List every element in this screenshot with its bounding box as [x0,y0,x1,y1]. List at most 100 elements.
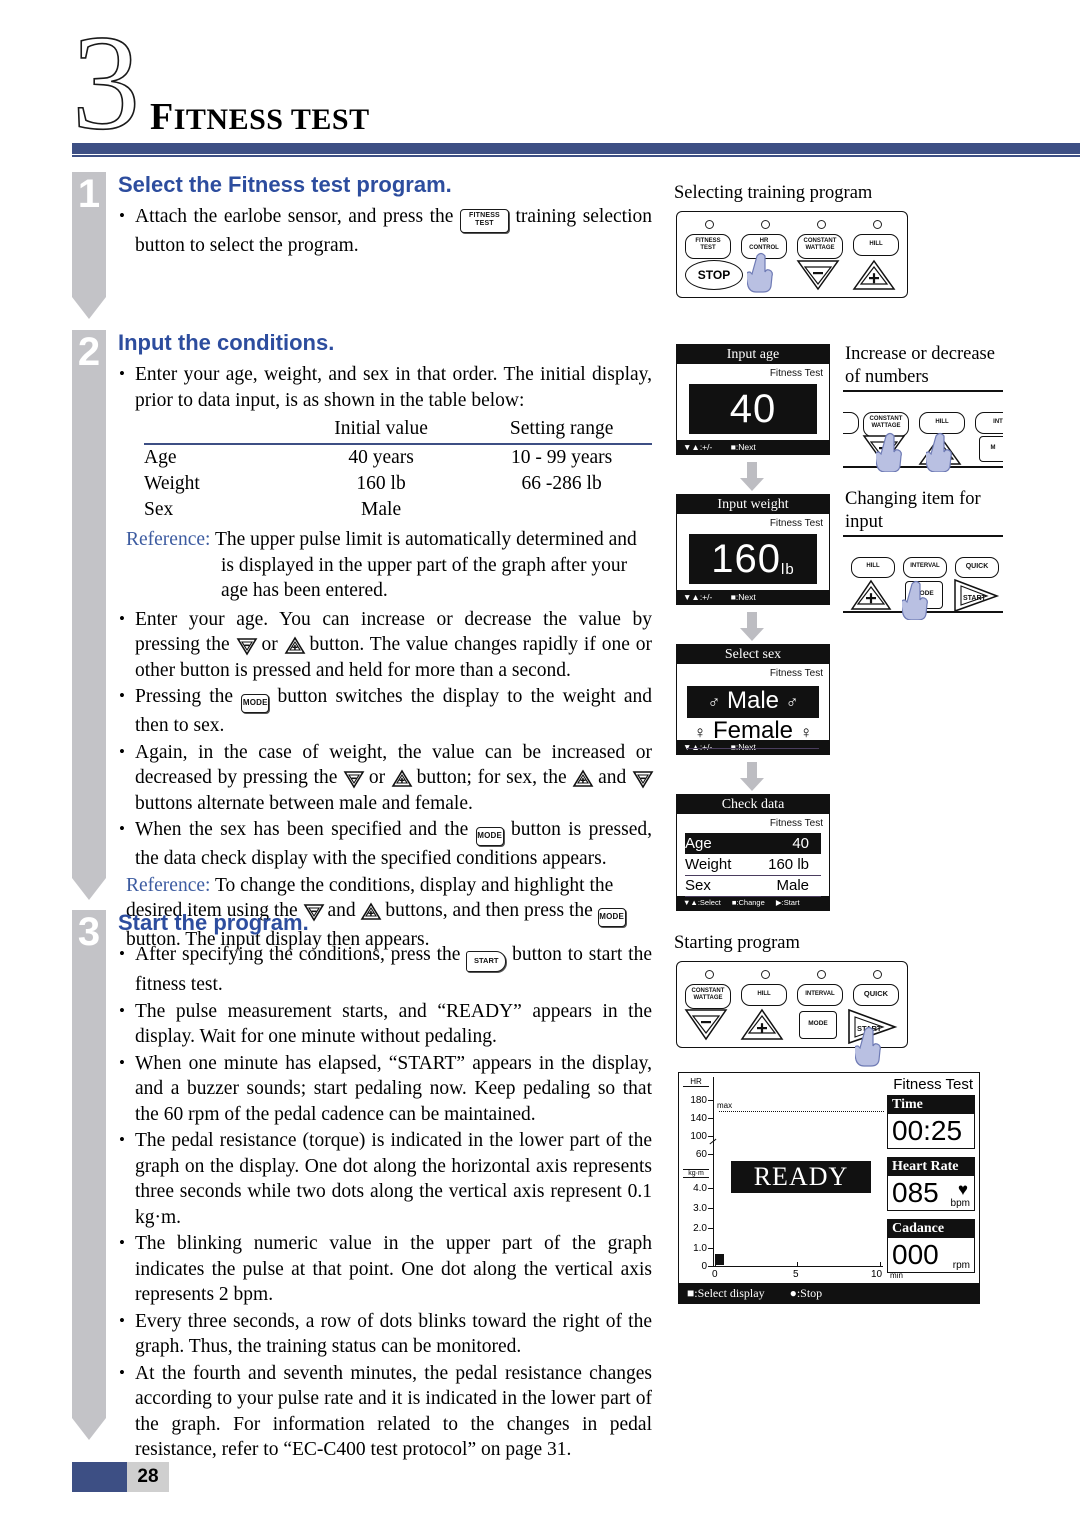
partial-button[interactable]: L [843,412,859,434]
hill-button[interactable]: HILL [741,984,787,1006]
interval-button[interactable]: INTERVAL [903,557,947,578]
up-triangle-key-icon [391,769,413,787]
interval-button[interactable]: INT [975,412,1003,434]
pointing-hand-icon [902,580,928,620]
cell-range [471,497,652,523]
hill-button[interactable]: HILL [853,234,899,256]
stop-button[interactable]: STOP [685,260,743,290]
readout-value-wrap: 000 rpm [888,1238,974,1272]
reference-label: Reference: [126,529,211,550]
chapter-number: 3 [72,24,154,142]
cell-initial: Male [361,499,402,520]
col-setting-range: Setting range [509,418,614,439]
lcd-input-weight: Input weight Fitness Test 160lb ▼▲:+/- ■… [676,494,830,605]
list-item: Enter your age, weight, and sex in that … [118,361,652,413]
step-3-badge: 3 [72,910,106,1440]
torque-tick: 2.0 [693,1223,707,1234]
person-icon: ♀ [693,723,707,742]
fitness-test-button[interactable]: FITNESS TEST [685,234,731,259]
reference-1: Reference: The upper pulse limit is auto… [118,527,652,604]
max-hr-label: max [717,1101,733,1110]
up-triangle-key-icon [572,769,594,787]
control-panel-start-program[interactable]: CONSTANT WATTAGE HILL INTERVAL QUICK MODE… [676,961,908,1067]
step-3: 3 Start the program. After specifying th… [72,910,652,1463]
lcd-footer-left: ▼▲:+/- [683,442,713,452]
bullet-text: Pressing the [135,686,234,707]
quick-button[interactable]: QUICK [955,557,999,578]
plus-triangle-button[interactable] [849,579,893,611]
lcd-footer-start: ▶:Start [775,898,800,907]
mode-button[interactable]: MODE [799,1011,837,1039]
readout-unit: bpm [950,1198,970,1209]
readout-value-wrap: 00:25 [888,1114,974,1148]
start-button[interactable]: START [951,577,1001,613]
check-row-sex[interactable]: Sex Male [685,875,821,897]
table-header-row: Initial value Setting range [144,417,652,443]
control-panel-select-program[interactable]: FITNESS TEST HR CONTROL CONSTANT WATTAGE HI… [676,211,908,298]
person-icon: ♂ [785,693,799,712]
row-key: Sex [685,877,711,894]
step-1: 1 Select the Fitness test program. Attac… [72,172,652,322]
table-row: Age 40 years 10 - 99 years [144,444,652,471]
mode-button[interactable]: M [979,436,1003,462]
list-item: When one minute has elapsed, “START” app… [118,1050,652,1128]
down-triangle-key-icon [236,636,258,656]
bullet-text: and [598,767,627,788]
bullet-text: After specifying the conditions, press t… [135,944,461,965]
plus-triangle-button[interactable] [851,258,897,292]
col-blank [144,417,291,443]
instructions-column: 1 Select the Fitness test program. Attac… [72,172,654,1464]
lcd-footer-change: ■:Change [731,898,765,907]
step-3-bullets: After specifying the conditions, press t… [118,941,652,1463]
hr-axis-label: HR [683,1077,709,1087]
row-key: Weight [685,856,732,873]
check-row-age[interactable]: Age 40 [685,833,821,854]
reference-label: Reference: [126,874,211,896]
minus-triangle-button[interactable] [795,258,841,292]
bullet-text-a: Attach the earlobe sensor, and press the [135,206,454,227]
step-3-heading: Start the program. [118,910,309,935]
lcd-title: Select sex [677,645,829,664]
step-2: 2 Input the conditions. Enter your age, … [72,330,654,950]
lcd-value: 160lb [689,534,817,584]
sex-option-female[interactable]: ♀ Female ♀ [687,716,819,749]
torque-tick: 3.0 [693,1203,707,1214]
readout-value: 000 [892,1239,939,1270]
footer-accent-bar [72,1462,127,1492]
pointing-hand-icon [747,252,773,293]
svg-text:START: START [963,595,987,602]
flow-arrow-3 [676,762,828,792]
constant-wattage-button[interactable]: CONSTANT WATTAGE [685,984,731,1009]
flow-arrow-1 [676,462,828,492]
hill-button[interactable]: HILL [851,557,895,578]
sex-option-male[interactable]: ♂ Male ♂ [687,686,819,718]
readout-value: 085 [892,1177,939,1208]
lcd-footer-right: ■:Next [730,442,756,452]
plus-triangle-button[interactable] [739,1008,785,1041]
lcd-unit: lb [781,561,795,578]
step-1-bullets: Attach the earlobe sensor, and press the… [118,203,652,259]
check-row-weight[interactable]: Weight 160 lb [685,854,821,876]
led-indicator [873,970,882,979]
cell-label: Weight [144,473,200,494]
cell-label: Sex [144,499,174,520]
start-key-icon: START [466,951,507,972]
quick-button[interactable]: QUICK [853,984,899,1006]
mode-key-icon: MODE [241,694,270,713]
constant-wattage-button[interactable]: CONSTANT WATTAGE [797,234,843,259]
step-2-bullets-2: Enter your age. You can increase or decr… [118,606,654,872]
list-item: Enter your age. You can increase or decr… [118,606,652,684]
lcd-title: Check data [677,795,829,814]
step-2-bullets: Enter your age, weight, and sex in that … [118,361,652,413]
illustration-3-caption: Changing item for input [845,488,1015,534]
torque-data-point [715,1254,724,1265]
readout-heart-rate: Heart Rate 085 ♥ bpm [887,1157,975,1211]
interval-button[interactable]: INTERVAL [797,984,843,1006]
bullet-text: buttons alternate between male and femal… [135,792,473,814]
pointing-hand-icon [855,1026,881,1067]
minus-triangle-button[interactable] [683,1008,729,1041]
sex-option-label: Male [726,687,780,714]
control-panel-increase-decrease[interactable]: L CONSTANTWATTAGE HILL INT M [843,390,1003,468]
sex-option-label: Female [712,717,794,744]
step-2-badge: 2 [72,330,106,900]
